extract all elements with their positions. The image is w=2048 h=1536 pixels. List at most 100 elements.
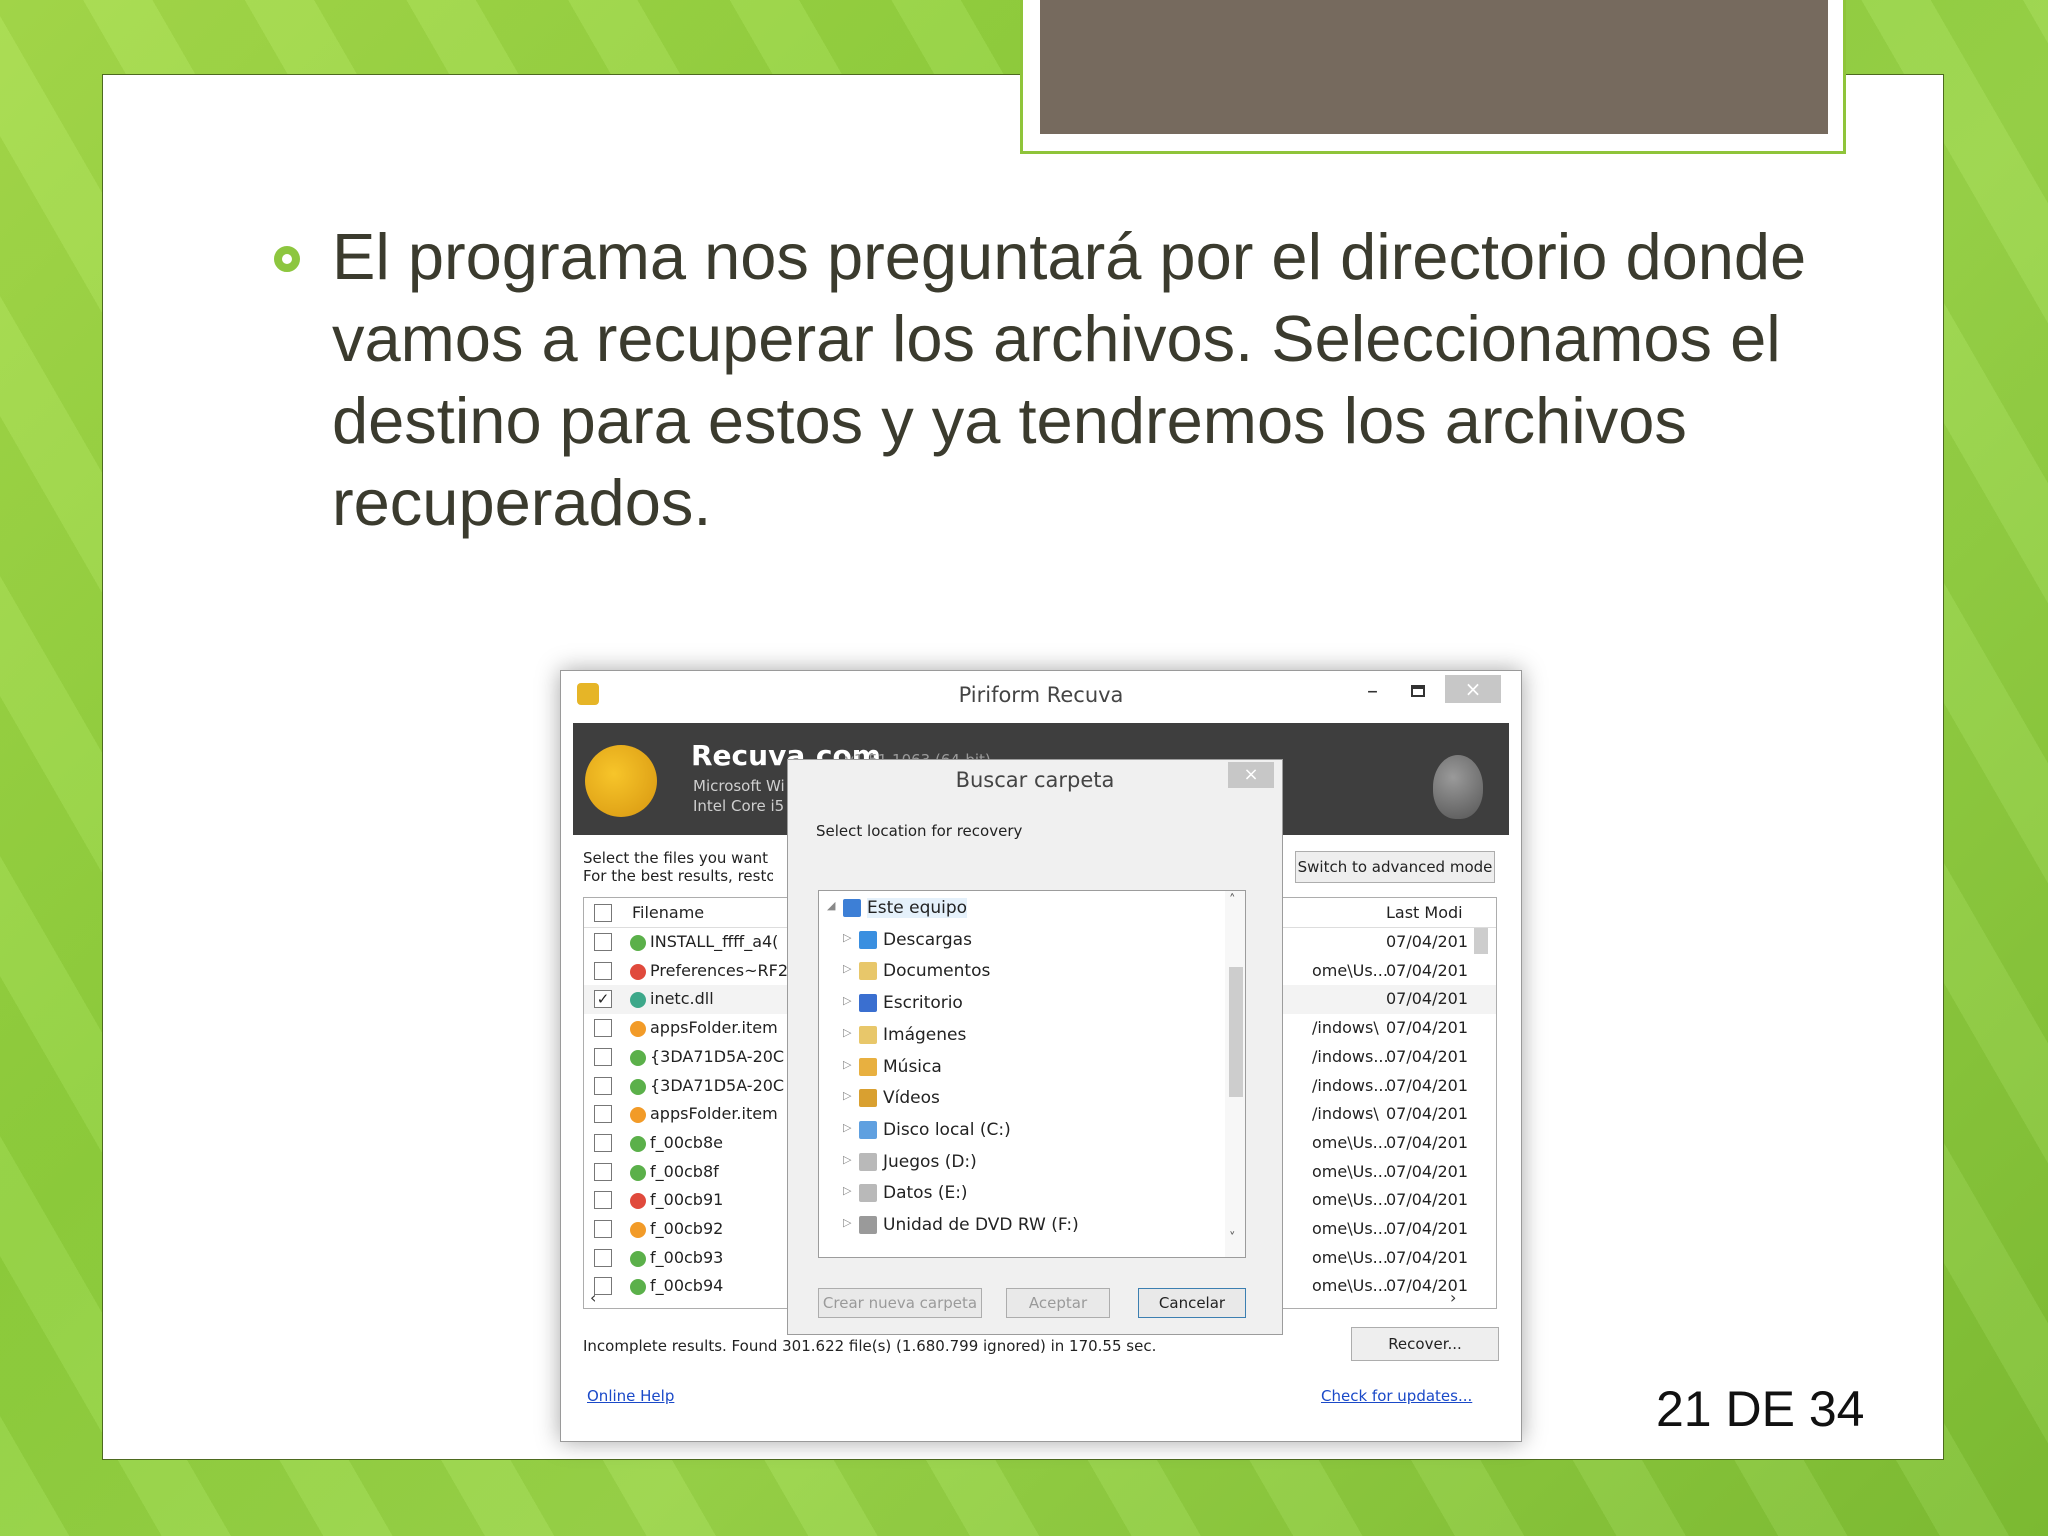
collapsed-arrow-icon[interactable]: ▷ <box>843 931 851 944</box>
row-checkbox[interactable]: ✓ <box>594 990 612 1009</box>
recover-button[interactable]: Recover... <box>1351 1327 1499 1361</box>
row-filename: {3DA71D5A-20C <box>650 1046 785 1066</box>
select-all-checkbox[interactable] <box>594 904 612 922</box>
tree-item-label: Juegos (D:) <box>883 1151 977 1172</box>
row-filename: f_00cb8f <box>650 1161 719 1181</box>
tree-item[interactable]: ▷ Vídeos <box>819 1083 1219 1115</box>
tree-item-label: Documentos <box>883 961 991 982</box>
dialog-close-button[interactable]: × <box>1228 762 1274 788</box>
recovery-state-icon <box>630 935 646 951</box>
check-updates-link[interactable]: Check for updates... <box>1321 1387 1472 1405</box>
tree-item[interactable]: ▷ Descargas <box>819 925 1219 957</box>
recovery-state-icon <box>630 1021 646 1038</box>
row-path: ome\Us... <box>1312 1132 1388 1152</box>
row-checkbox[interactable] <box>594 1162 612 1181</box>
tree-item[interactable]: ▷ Datos (E:) <box>819 1178 1219 1210</box>
row-path: /indows\ <box>1312 1018 1379 1038</box>
tree-item[interactable]: ▷ Documentos <box>819 956 1219 988</box>
desktop-folder-icon <box>859 994 877 1013</box>
title-box <box>1040 0 1828 134</box>
tree-vscroll-thumb[interactable] <box>1229 967 1243 1097</box>
row-filename: f_00cb91 <box>650 1190 724 1210</box>
advanced-mode-button[interactable]: Switch to advanced mode <box>1295 851 1495 883</box>
row-checkbox[interactable] <box>594 1047 612 1066</box>
collapsed-arrow-icon[interactable]: ▷ <box>843 1153 851 1166</box>
tree-item[interactable]: ▷ Escritorio <box>819 988 1219 1020</box>
system-info-cpu: Intel Core i5 <box>693 797 785 815</box>
accept-button[interactable]: Aceptar <box>1006 1288 1110 1318</box>
recovery-state-icon <box>630 1250 646 1267</box>
row-filename: appsFolder.item <box>650 1018 778 1038</box>
row-checkbox[interactable] <box>594 933 612 951</box>
tree-item[interactable]: ▷ Disco local (C:) <box>819 1115 1219 1147</box>
column-last-modified[interactable]: Last Modi <box>1386 903 1463 922</box>
row-checkbox[interactable] <box>594 1076 612 1095</box>
row-checkbox[interactable] <box>594 1133 612 1152</box>
row-date: 07/04/201 <box>1386 960 1468 980</box>
recovery-state-icon <box>630 963 646 980</box>
expanded-arrow-icon[interactable]: ◢ <box>827 899 835 912</box>
tree-item[interactable]: ▷ Imágenes <box>819 1020 1219 1052</box>
dialog-title: Buscar carpeta <box>955 768 1115 792</box>
collapsed-arrow-icon[interactable]: ▷ <box>843 1089 851 1102</box>
collapsed-arrow-icon[interactable]: ▷ <box>843 1121 851 1134</box>
collapsed-arrow-icon[interactable]: ▷ <box>843 1058 851 1071</box>
tree-item[interactable]: ▷ Unidad de DVD RW (F:) <box>819 1210 1219 1242</box>
row-path: ome\Us... <box>1312 1219 1388 1238</box>
row-checkbox[interactable] <box>594 1105 612 1124</box>
system-info-os: Microsoft Wi <box>693 777 785 795</box>
tree-vscroll[interactable]: ˄ ˅ <box>1225 891 1245 1257</box>
scroll-down-icon[interactable]: ˅ <box>1229 1231 1236 1246</box>
row-path: /indows\ <box>1312 1104 1379 1124</box>
minimize-button[interactable]: – <box>1367 679 1378 704</box>
row-date: 07/04/201 <box>1386 1046 1468 1066</box>
row-filename: Preferences~RF2 <box>650 960 789 980</box>
recovery-state-icon <box>630 1135 646 1152</box>
column-filename[interactable]: Filename <box>632 903 704 922</box>
collapsed-arrow-icon[interactable]: ▷ <box>843 1184 851 1197</box>
collapsed-arrow-icon[interactable]: ▷ <box>843 962 851 975</box>
row-path: ome\Us... <box>1312 1247 1388 1267</box>
file-list-vscroll[interactable] <box>1470 928 1492 1288</box>
row-date: 07/04/201 <box>1386 932 1468 951</box>
row-path: ome\Us... <box>1312 960 1388 980</box>
row-checkbox[interactable] <box>594 1019 612 1038</box>
drive-icon <box>859 1152 877 1171</box>
page-number: 21 DE 34 <box>1656 1381 1865 1437</box>
row-filename: INSTALL_ffff_a4( <box>650 932 779 951</box>
row-filename: inetc.dll <box>650 989 714 1009</box>
row-filename: f_00cb8e <box>650 1132 723 1152</box>
online-help-link[interactable]: Online Help <box>587 1387 674 1405</box>
recovery-state-icon <box>630 992 646 1009</box>
tree-item-label: Datos (E:) <box>883 1183 968 1204</box>
tree-item[interactable]: ▷ Música <box>819 1052 1219 1084</box>
close-button[interactable]: × <box>1445 675 1501 703</box>
row-date: 07/04/201 <box>1386 1190 1468 1210</box>
status-text: Incomplete results. Found 301.622 file(s… <box>583 1337 1157 1355</box>
new-folder-button[interactable]: Crear nueva carpeta <box>818 1288 982 1318</box>
cancel-button[interactable]: Cancelar <box>1138 1288 1246 1318</box>
collapsed-arrow-icon[interactable]: ▷ <box>843 994 851 1007</box>
row-date: 07/04/201 <box>1386 1219 1468 1238</box>
row-checkbox[interactable] <box>594 1191 612 1210</box>
row-checkbox[interactable] <box>594 1248 612 1267</box>
recuva-screenshot: Piriform Recuva – × Recuva.com v1.51.106… <box>560 670 1522 1442</box>
scroll-up-icon[interactable]: ˄ <box>1229 893 1236 908</box>
row-date: 07/04/201 <box>1386 1018 1468 1038</box>
recovery-state-icon <box>630 1107 646 1124</box>
documents-folder-icon <box>859 962 877 981</box>
tree-item[interactable]: ▷ Juegos (D:) <box>819 1147 1219 1179</box>
collapsed-arrow-icon[interactable]: ▷ <box>843 1026 851 1039</box>
collapsed-arrow-icon[interactable]: ▷ <box>843 1216 851 1229</box>
tree-item[interactable]: ◢ Este equipo <box>819 893 1219 925</box>
local-disk-icon <box>859 1120 877 1139</box>
vscroll-thumb[interactable] <box>1474 928 1488 954</box>
maximize-button[interactable] <box>1411 685 1425 697</box>
row-path: ome\Us... <box>1312 1161 1388 1181</box>
scroll-left-icon[interactable]: ‹ <box>590 1288 596 1307</box>
row-checkbox[interactable] <box>594 961 612 980</box>
scroll-right-icon[interactable]: › <box>1450 1288 1456 1307</box>
tree-item-label: Escritorio <box>883 993 963 1014</box>
row-date: 07/04/201 <box>1386 1075 1468 1095</box>
row-checkbox[interactable] <box>594 1220 612 1238</box>
